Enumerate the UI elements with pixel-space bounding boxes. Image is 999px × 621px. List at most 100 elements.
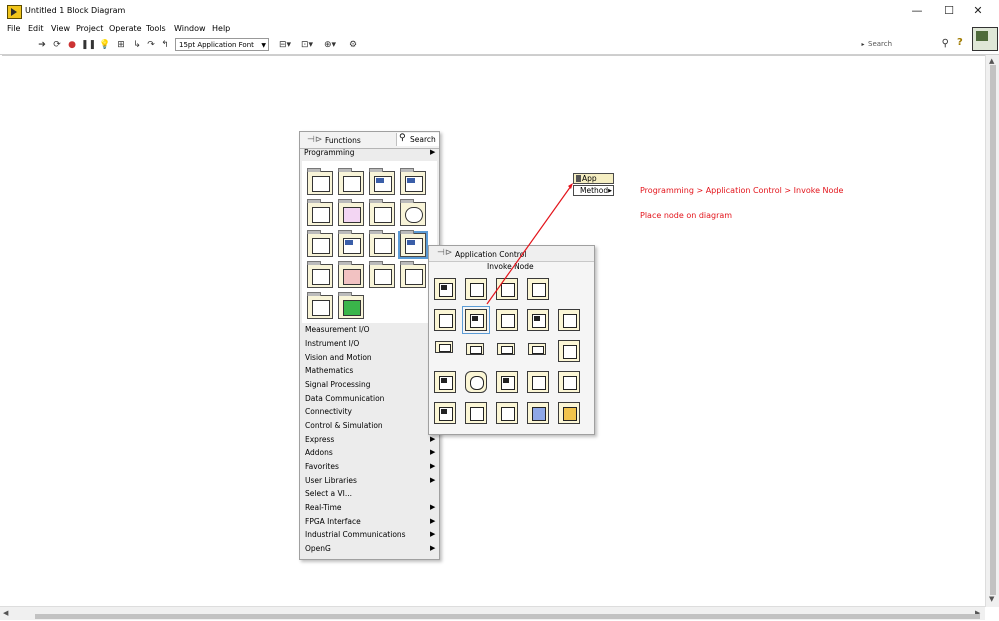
generate-help-icon[interactable] (527, 402, 549, 424)
menu-functions-icon[interactable] (527, 371, 549, 393)
align-objects-icon[interactable]: ⊟▾ (277, 39, 293, 51)
pause-icon[interactable]: ❚❚ (81, 39, 96, 51)
invoke-node-icon[interactable] (462, 306, 490, 334)
category-signal-processing[interactable]: Signal Processing (305, 380, 370, 389)
scroll-up-icon[interactable]: ▲ (989, 57, 994, 65)
distribute-objects-icon[interactable]: ⊡▾ (299, 39, 315, 51)
search-icon[interactable]: ⚲ (942, 37, 949, 50)
application-reference-icon[interactable] (497, 343, 515, 355)
to-more-specific-class-icon[interactable] (527, 278, 549, 300)
context-help-icon[interactable]: ? (957, 37, 969, 51)
category-openg[interactable]: OpenG (305, 544, 331, 553)
window-reference-icon[interactable] (528, 343, 546, 355)
category-real-time[interactable]: Real-Time (305, 503, 342, 512)
category-addons[interactable]: Addons (305, 448, 333, 457)
memory-control-icon[interactable] (434, 402, 456, 424)
minimize-button[interactable]: — (902, 2, 932, 20)
close-button[interactable]: ✕ (963, 2, 993, 20)
category-connectivity[interactable]: Connectivity (305, 407, 352, 416)
dialog-ui-icon[interactable] (307, 230, 333, 257)
menu-help[interactable]: Help (212, 24, 230, 33)
numeric-icon[interactable] (400, 168, 426, 195)
menu-file[interactable]: File (7, 24, 20, 33)
property-node-icon[interactable] (434, 309, 456, 331)
file-io-icon[interactable] (338, 230, 364, 257)
abort-icon[interactable]: ● (66, 39, 78, 51)
stop-icon[interactable] (465, 371, 487, 393)
menu-operate[interactable]: Operate (109, 24, 142, 33)
boolean-icon[interactable] (307, 199, 333, 226)
category-user-libraries[interactable]: User Libraries (305, 476, 357, 485)
cursor-control-icon[interactable] (434, 371, 456, 393)
run-continuously-icon[interactable]: ⟳ (51, 39, 63, 51)
highlight-execution-icon[interactable]: 💡 (99, 39, 111, 51)
menu-items-icon[interactable] (558, 371, 580, 393)
invoke-node-method[interactable]: Method ▶ (573, 185, 614, 196)
run-arrow-icon[interactable]: ➔ (36, 39, 48, 51)
graphics-sound-icon[interactable] (338, 261, 364, 288)
category-instrument-io[interactable]: Instrument I/O (305, 339, 359, 348)
category-fpga-interface[interactable]: FPGA Interface (305, 517, 361, 526)
category-select-a-vi[interactable]: Select a VI... (305, 489, 352, 498)
scroll-left-icon[interactable]: ◀ (3, 609, 8, 617)
maximize-button[interactable]: ☐ (934, 2, 964, 20)
string-icon[interactable] (338, 199, 364, 226)
this-vi-reference-icon[interactable] (466, 343, 484, 355)
call-by-reference-icon[interactable] (496, 309, 518, 331)
start-asynchronous-call-icon[interactable] (527, 309, 549, 331)
vi-icon[interactable] (972, 27, 998, 51)
close-reference-icon[interactable] (465, 278, 487, 300)
category-measurement-io[interactable]: Measurement I/O (305, 325, 370, 334)
synchronization-icon[interactable] (307, 261, 333, 288)
open-vi-reference-icon[interactable] (434, 278, 456, 300)
waveform-icon[interactable] (369, 230, 395, 257)
category-industrial-communications[interactable]: Industrial Communications (305, 530, 406, 539)
scripting-icon[interactable] (465, 402, 487, 424)
category-express[interactable]: Express (305, 435, 334, 444)
comparison-icon[interactable] (369, 199, 395, 226)
quit-labview-icon[interactable] (496, 371, 518, 393)
application-control-icon[interactable] (398, 230, 428, 259)
add-icon[interactable] (338, 292, 364, 319)
data-value-reference-icon[interactable] (400, 261, 426, 288)
vi-server-reference-icon[interactable] (435, 341, 453, 353)
scroll-down-icon[interactable]: ▼ (989, 595, 994, 603)
pin-icon[interactable]: ⊣⊳ (437, 248, 452, 258)
menu-project[interactable]: Project (76, 24, 103, 33)
retain-wire-values-icon[interactable]: ⊞ (115, 39, 127, 51)
step-into-icon[interactable]: ↳ (131, 39, 143, 51)
step-out-icon[interactable]: ↰ (159, 39, 171, 51)
step-over-icon[interactable]: ↷ (145, 39, 157, 51)
cluster-class-variant-icon[interactable] (369, 168, 395, 195)
link-icon[interactable] (558, 340, 580, 362)
shared-variable-icon[interactable] (558, 402, 580, 424)
array-icon[interactable] (338, 168, 364, 195)
palette-category-programming[interactable]: Programming (304, 148, 355, 157)
invoke-node-class[interactable]: App (573, 173, 614, 184)
vertical-scroll-thumb[interactable] (990, 65, 996, 595)
search-input[interactable]: Search ⚲ (862, 38, 952, 51)
menu-edit[interactable]: Edit (28, 24, 44, 33)
menu-tools[interactable]: Tools (146, 24, 166, 33)
palette-search-button[interactable]: ⚲ Search (396, 133, 439, 146)
timestamp-icon[interactable] (496, 402, 518, 424)
horizontal-scroll-thumb[interactable] (35, 614, 980, 619)
invoke-node[interactable]: App Method ▶ (573, 173, 614, 196)
category-data-communication[interactable]: Data Communication (305, 394, 384, 403)
timing-icon[interactable] (400, 199, 426, 226)
category-mathematics[interactable]: Mathematics (305, 366, 353, 375)
menu-window[interactable]: Window (174, 24, 206, 33)
static-vi-reference-icon[interactable] (496, 278, 518, 300)
report-generation-icon[interactable] (369, 261, 395, 288)
wait-on-asynchronous-call-icon[interactable] (558, 309, 580, 331)
structures-icon[interactable] (307, 168, 333, 195)
reorder-icon[interactable]: ⊕▾ (322, 39, 338, 51)
pin-icon[interactable]: ⊣⊳ (307, 135, 322, 145)
vi-server-icon[interactable] (307, 292, 333, 319)
category-control-simulation[interactable]: Control & Simulation (305, 421, 383, 430)
cleanup-diagram-icon[interactable]: ⚙ (346, 39, 360, 51)
font-selector[interactable]: 15pt Application Font ▼ (175, 38, 269, 51)
menu-view[interactable]: View (51, 24, 70, 33)
category-favorites[interactable]: Favorites (305, 462, 339, 471)
category-vision-motion[interactable]: Vision and Motion (305, 353, 372, 362)
